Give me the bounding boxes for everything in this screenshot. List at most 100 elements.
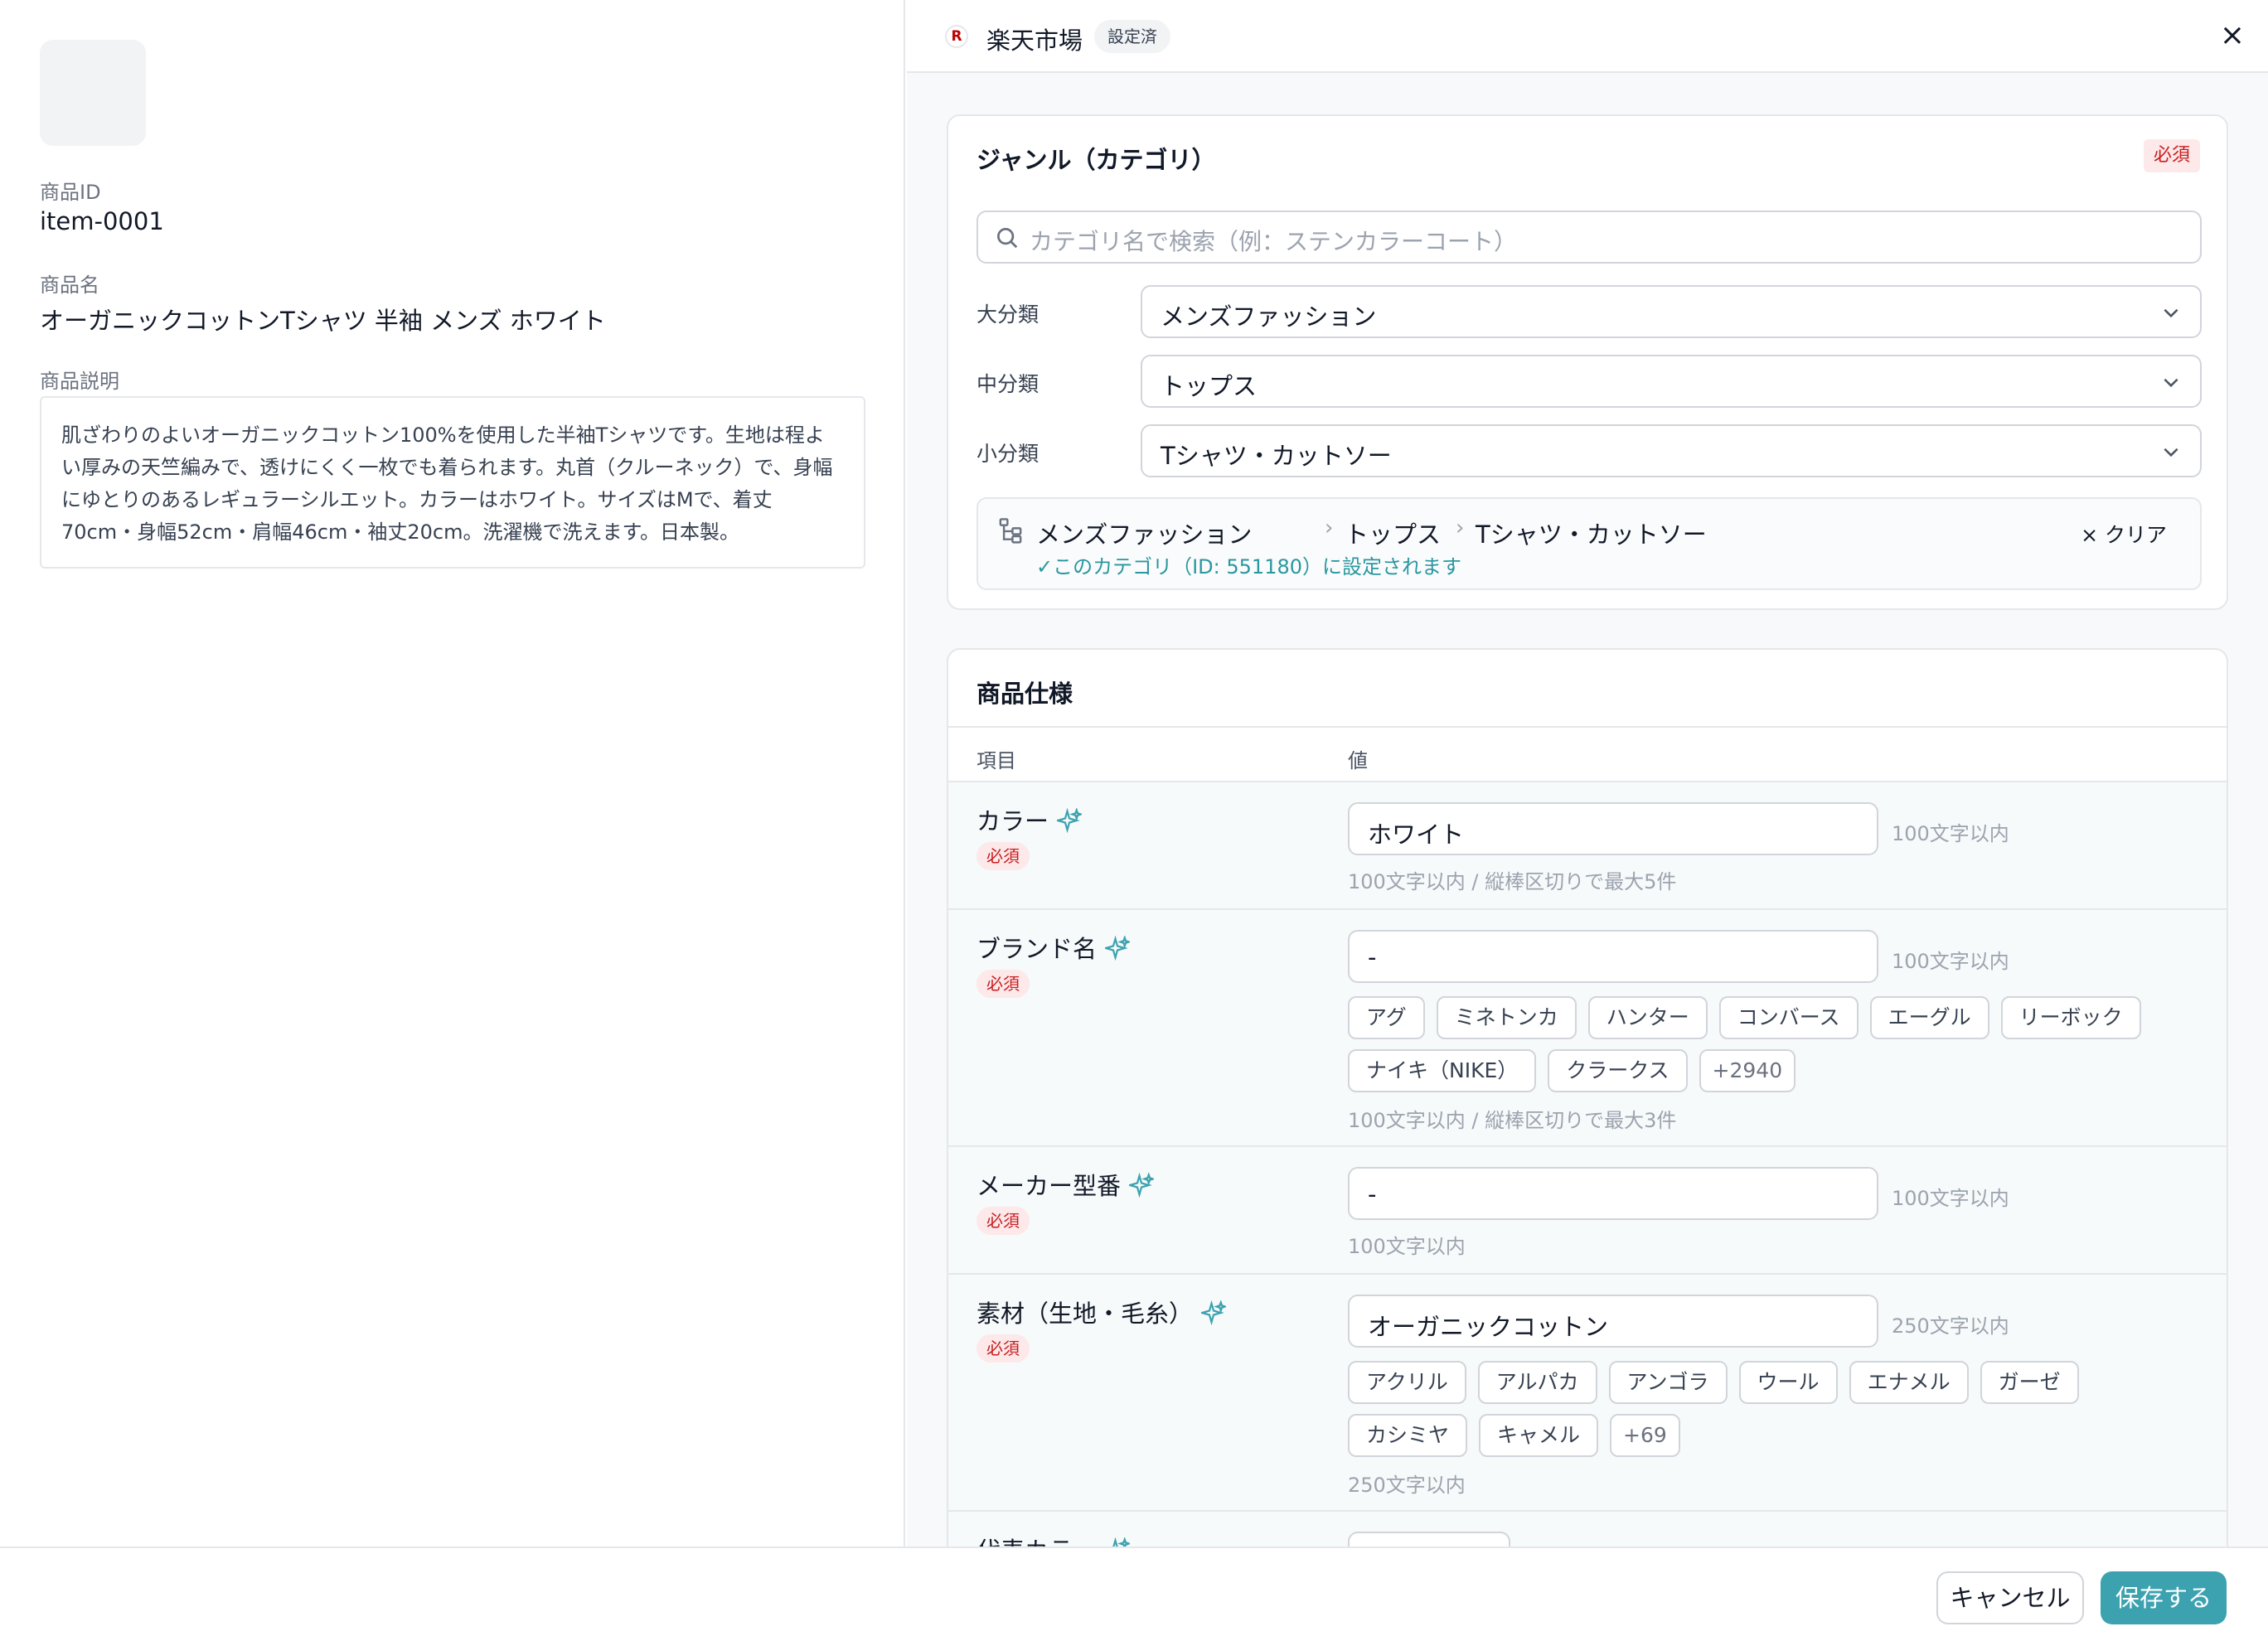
- required-badge: 必須: [976, 970, 1030, 998]
- panel-header: R 楽天市場 設定済 ×: [907, 0, 2268, 73]
- breadcrumb-level-2: トップス: [1345, 520, 1442, 549]
- suggestion-chip[interactable]: キャメル: [1479, 1414, 1599, 1457]
- save-button[interactable]: 保存する: [2101, 1571, 2227, 1624]
- item-id-value: item-0001: [40, 207, 164, 235]
- breadcrumb-level-1: メンズファッション: [1036, 520, 1253, 549]
- required-badge: 必須: [2143, 139, 2200, 172]
- suggestion-chip[interactable]: カシミヤ: [1348, 1414, 1468, 1457]
- model-number-input[interactable]: -: [1348, 1167, 1878, 1220]
- suggestion-chip[interactable]: ガーゼ: [1980, 1361, 2079, 1404]
- product-image-placeholder: [40, 40, 146, 146]
- spec-name: 素材（生地・毛糸）: [976, 1295, 1227, 1329]
- product-specs-card: 商品仕様 項目 値 カラー 必須 ホワイト 100文字以内 100文字以内 / …: [947, 648, 2228, 1547]
- item-desc-label: 商品説明: [40, 370, 119, 393]
- small-category-label: 小分類: [976, 442, 1040, 466]
- spec-name-text: 素材（生地・毛糸）: [976, 1300, 1194, 1328]
- genre-title: ジャンル（カテゴリ）: [976, 146, 1216, 174]
- suggestion-chip[interactable]: アクリル: [1348, 1361, 1466, 1404]
- breadcrumb-level-3: Tシャツ・カットソー: [1476, 520, 1707, 549]
- item-name-value: オーガニックコットンTシャツ 半袖 メンズ ホワイト: [40, 307, 606, 335]
- large-category-select[interactable]: メンズファッション: [1141, 285, 2202, 338]
- col-item-header: 項目: [976, 749, 1016, 772]
- suggestion-chip[interactable]: ウール: [1738, 1361, 1838, 1404]
- suggestion-chip[interactable]: アンゴラ: [1608, 1361, 1728, 1404]
- breadcrumb-separator: ›: [1456, 516, 1465, 540]
- genre-card: ジャンル（カテゴリ） 必須 カテゴリ名で検索（例：ステンカラーコート） 大分類 …: [947, 114, 2228, 610]
- char-limit: 250文字以内: [1892, 1314, 2009, 1338]
- close-icon[interactable]: ×: [2212, 15, 2253, 56]
- specs-table-header: 項目 値: [948, 726, 2227, 782]
- selected-category-breadcrumb: メンズファッション › トップス › Tシャツ・カットソー ✓このカテゴリ（ID…: [976, 497, 2202, 590]
- cancel-button[interactable]: キャンセル: [1936, 1571, 2084, 1624]
- small-category-value: Tシャツ・カットソー: [1161, 442, 1392, 470]
- spec-name: メーカー型番: [976, 1167, 1155, 1202]
- material-input[interactable]: オーガニックコットン: [1348, 1295, 1878, 1348]
- required-badge: 必須: [976, 1334, 1030, 1363]
- spec-name: カラー: [976, 802, 1083, 837]
- small-category-select[interactable]: Tシャツ・カットソー: [1141, 424, 2202, 477]
- input-hint: 100文字以内: [1348, 1235, 1466, 1258]
- suggestion-chip[interactable]: コンバース: [1718, 996, 1858, 1039]
- specs-title: 商品仕様: [976, 680, 1073, 708]
- rakuten-logo-icon: R: [945, 25, 968, 48]
- color-input[interactable]: ホワイト: [1348, 802, 1878, 855]
- spec-row-brand: ブランド名 必須 - 100文字以内 アグ ミネトンカ ハンター コンバース エ…: [948, 910, 2227, 1147]
- marketplace-settings-pane: R 楽天市場 設定済 × ジャンル（カテゴリ） 必須 カテゴリ名で検索（例：ステ…: [907, 0, 2268, 1547]
- spec-row-material: 素材（生地・毛糸） 必須 オーガニックコットン 250文字以内 アクリル アルパ…: [948, 1275, 2227, 1512]
- dialog-footer: キャンセル 保存する: [0, 1547, 2268, 1641]
- brand-input-value: -: [1368, 943, 1377, 971]
- suggestion-chip[interactable]: エーグル: [1869, 996, 1989, 1039]
- spec-name-text: 代表カラー: [976, 1537, 1097, 1547]
- large-category-value: メンズファッション: [1161, 303, 1377, 331]
- medium-category-value: トップス: [1161, 372, 1258, 400]
- brand-input[interactable]: -: [1348, 930, 1878, 983]
- medium-category-select[interactable]: トップス: [1141, 355, 2202, 408]
- input-hint: 250文字以内: [1348, 1474, 1466, 1497]
- spec-row-model-number: メーカー型番 必須 - 100文字以内 100文字以内: [948, 1147, 2227, 1275]
- spec-name-text: カラー: [976, 807, 1049, 835]
- ai-sparkle-icon[interactable]: [1057, 808, 1083, 833]
- category-tree-icon: [999, 518, 1022, 544]
- char-limit: 100文字以内: [1892, 950, 2009, 973]
- suggestion-chip[interactable]: アグ: [1348, 996, 1425, 1039]
- search-placeholder: カテゴリ名で検索（例：ステンカラーコート）: [1030, 228, 1518, 255]
- category-search-input[interactable]: カテゴリ名で検索（例：ステンカラーコート）: [976, 211, 2202, 264]
- ai-sparkle-icon[interactable]: [1129, 1173, 1155, 1198]
- suggestion-chip[interactable]: リーボック: [2000, 996, 2141, 1039]
- suggestion-chip[interactable]: エナメル: [1849, 1361, 1969, 1404]
- spec-name: ブランド名: [976, 930, 1131, 965]
- shop-name: 楽天市場: [986, 27, 1083, 55]
- chevron-down-icon: [2164, 308, 2178, 318]
- representative-color-select[interactable]: [1348, 1532, 1510, 1547]
- category-id-note: ✓このカテゴリ（ID: 551180）に設定されます: [1036, 555, 1461, 578]
- more-suggestions-chip[interactable]: +2940: [1699, 1049, 1796, 1092]
- suggestion-chip[interactable]: ミネトンカ: [1436, 996, 1577, 1039]
- spec-row-representative-color: 代表カラー: [948, 1512, 2227, 1547]
- more-suggestions-chip[interactable]: +69: [1610, 1414, 1680, 1457]
- brand-suggestions: アグ ミネトンカ ハンター コンバース エーグル リーボック ナイキ（NIKE）…: [1348, 996, 2177, 1092]
- chevron-down-icon: [2164, 378, 2178, 388]
- medium-category-label: 中分類: [976, 372, 1040, 396]
- input-hint: 100文字以内 / 縦棒区切りで最大3件: [1348, 1109, 1677, 1132]
- suggestion-chip[interactable]: ナイキ（NIKE）: [1348, 1049, 1537, 1092]
- required-badge: 必須: [976, 1207, 1030, 1235]
- clear-category-button[interactable]: × クリア: [2081, 519, 2167, 549]
- char-limit: 100文字以内: [1892, 822, 2009, 845]
- input-hint: 100文字以内 / 縦棒区切りで最大5件: [1348, 870, 1677, 893]
- col-value-header: 値: [1348, 749, 1368, 772]
- item-name-label: 商品名: [40, 274, 99, 297]
- chevron-down-icon: [2164, 448, 2178, 457]
- suggestion-chip[interactable]: アルパカ: [1477, 1361, 1597, 1404]
- required-badge: 必須: [976, 842, 1030, 870]
- spec-name-text: ブランド名: [976, 935, 1098, 963]
- search-icon: [997, 228, 1018, 249]
- spec-row-color: カラー 必須 ホワイト 100文字以内 100文字以内 / 縦棒区切りで最大5件: [948, 782, 2227, 910]
- material-input-value: オーガニックコットン: [1368, 1313, 1609, 1341]
- model-number-value: -: [1368, 1180, 1377, 1208]
- suggestion-chip[interactable]: クラークス: [1548, 1049, 1688, 1092]
- ai-sparkle-icon[interactable]: [1105, 1537, 1131, 1547]
- ai-sparkle-icon[interactable]: [1105, 936, 1131, 961]
- suggestion-chip[interactable]: ハンター: [1587, 996, 1708, 1039]
- ai-sparkle-icon[interactable]: [1201, 1300, 1227, 1325]
- spec-name-text: メーカー型番: [976, 1172, 1122, 1200]
